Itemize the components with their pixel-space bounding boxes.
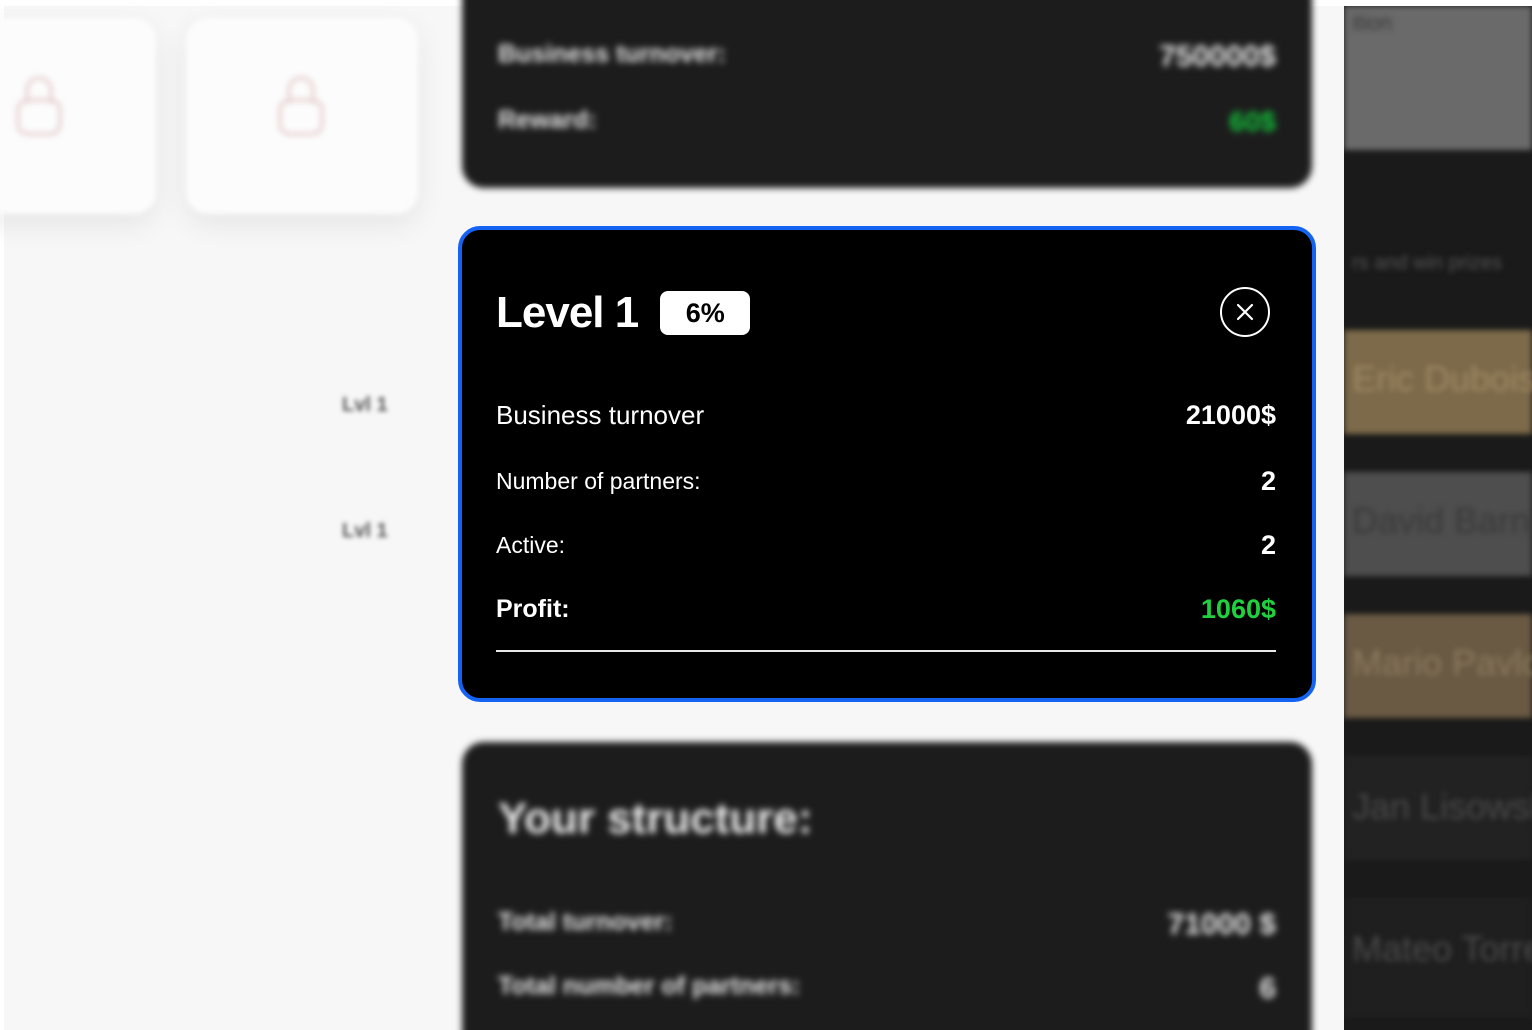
leaderboard-name: Mario Pavlos xyxy=(1352,642,1532,683)
partners-value: 2 xyxy=(1260,466,1276,496)
lock-icon xyxy=(16,76,62,136)
lock-icon xyxy=(278,76,324,136)
previous-level-card: Business turnover: 750000$ Reward: 60$ xyxy=(462,0,1312,188)
partners-row: Number of partners: 2 xyxy=(496,466,1276,497)
close-button[interactable] xyxy=(1220,287,1270,337)
reward-value: 60$ xyxy=(1229,106,1276,137)
active-row: Active: 2 xyxy=(496,530,1276,561)
partners-label: Number of partners: xyxy=(496,468,701,494)
total-turnover-label: Total turnover: xyxy=(498,908,673,936)
divider xyxy=(496,650,1276,652)
leaderboard-name: David Barnes xyxy=(1352,500,1532,541)
business-turnover-row: Business turnover 21000$ xyxy=(496,400,1276,431)
total-partners-value: 6 xyxy=(1259,972,1276,1005)
total-turnover-value: 71000 $ xyxy=(1167,908,1276,941)
total-partners-label: Total number of partners: xyxy=(498,972,801,1000)
modal-header: Level 1 6% xyxy=(496,288,751,338)
level-details-modal: Level 1 6% Business turnover 21000$ Numb… xyxy=(458,226,1316,702)
percent-badge: 6% xyxy=(660,291,751,335)
active-value: 2 xyxy=(1260,530,1276,560)
level-label: Lvl 1 xyxy=(342,394,388,416)
profit-label: Profit: xyxy=(496,595,570,623)
level-title: Level 1 xyxy=(496,288,639,337)
leaderboard-title: ition xyxy=(1352,10,1393,35)
leaderboard-name: Jan Lisowski xyxy=(1352,786,1532,827)
level-label: Lvl 1 xyxy=(342,520,388,542)
leaderboard-subtitle: rs and win prizes xyxy=(1352,252,1503,274)
reward-label: Reward: xyxy=(498,106,597,134)
business-turnover-label: Business turnover: xyxy=(498,40,726,68)
business-turnover-value: 750000$ xyxy=(1159,40,1276,73)
business-turnover-label: Business turnover xyxy=(496,400,705,430)
structure-card: Your structure: Total turnover: 71000 $ … xyxy=(462,742,1312,1030)
close-icon xyxy=(1236,303,1254,321)
leaderboard-name: Mateo Torres xyxy=(1352,928,1532,969)
profit-row: Profit: 1060$ xyxy=(496,594,1276,625)
leaderboard-name: Eric Dubois xyxy=(1352,358,1532,399)
active-label: Active: xyxy=(496,532,566,558)
leaderboard-panel: ition rs and win prizes Eric Dubois Davi… xyxy=(1344,6,1532,1030)
structure-title: Your structure: xyxy=(498,794,813,843)
business-turnover-value: 21000$ xyxy=(1185,400,1276,430)
profit-value: 1060$ xyxy=(1200,594,1276,624)
